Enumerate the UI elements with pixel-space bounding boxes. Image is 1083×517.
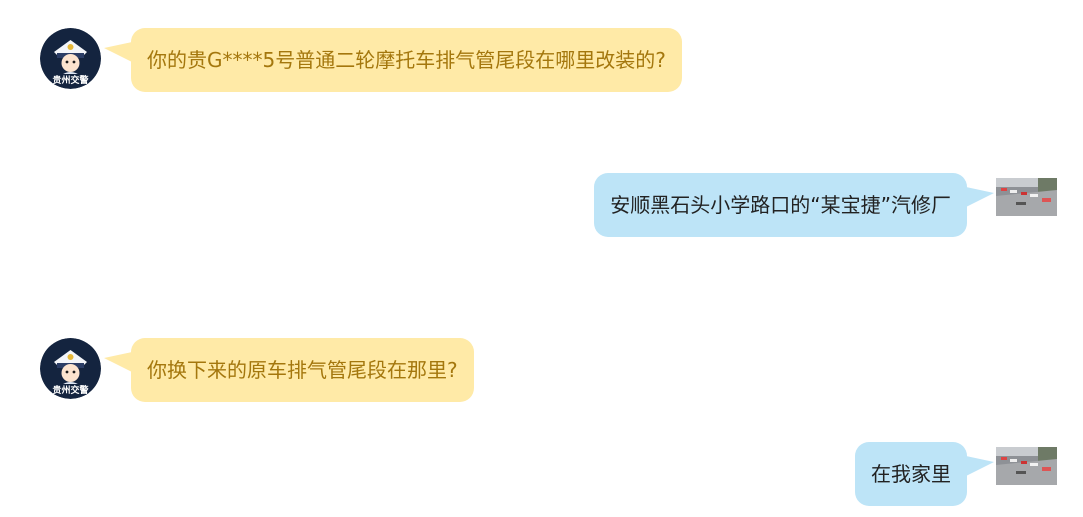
message-row: 贵州交警 你换下来的原车排气管尾段在那里? (0, 338, 1083, 402)
message-bubble: 你的贵G****5号普通二轮摩托车排气管尾段在哪里改装的? (131, 28, 682, 92)
message-text: 安顺黑石头小学路口的“某宝捷”汽修厂 (610, 193, 951, 217)
message-text: 你换下来的原车排气管尾段在那里? (147, 358, 458, 382)
message-row: 在我家里 (0, 442, 1083, 506)
chat-transcript: 贵州交警 你的贵G****5号普通二轮摩托车排气管尾段在哪里改装的? 安顺黑石头… (0, 0, 1083, 517)
bubble-tail (104, 352, 132, 372)
bubble-tail (966, 187, 994, 207)
street-photo-avatar-icon (996, 447, 1057, 485)
message-row: 安顺黑石头小学路口的“某宝捷”汽修厂 (0, 173, 1083, 237)
message-text: 在我家里 (871, 462, 951, 486)
bubble-tail (966, 456, 994, 476)
police-cartoon-avatar-icon: 贵州交警 (40, 338, 101, 399)
avatar-badge-text: 贵州交警 (52, 74, 88, 86)
message-bubble: 你换下来的原车排气管尾段在那里? (131, 338, 474, 402)
message-text: 你的贵G****5号普通二轮摩托车排气管尾段在哪里改装的? (147, 48, 666, 72)
bubble-tail (104, 42, 132, 62)
message-bubble: 安顺黑石头小学路口的“某宝捷”汽修厂 (594, 173, 967, 237)
message-row: 贵州交警 你的贵G****5号普通二轮摩托车排气管尾段在哪里改装的? (0, 28, 1083, 92)
police-cartoon-avatar-icon: 贵州交警 (40, 28, 101, 89)
message-bubble: 在我家里 (855, 442, 967, 506)
avatar-badge-text: 贵州交警 (52, 384, 88, 396)
street-photo-avatar-icon (996, 178, 1057, 216)
